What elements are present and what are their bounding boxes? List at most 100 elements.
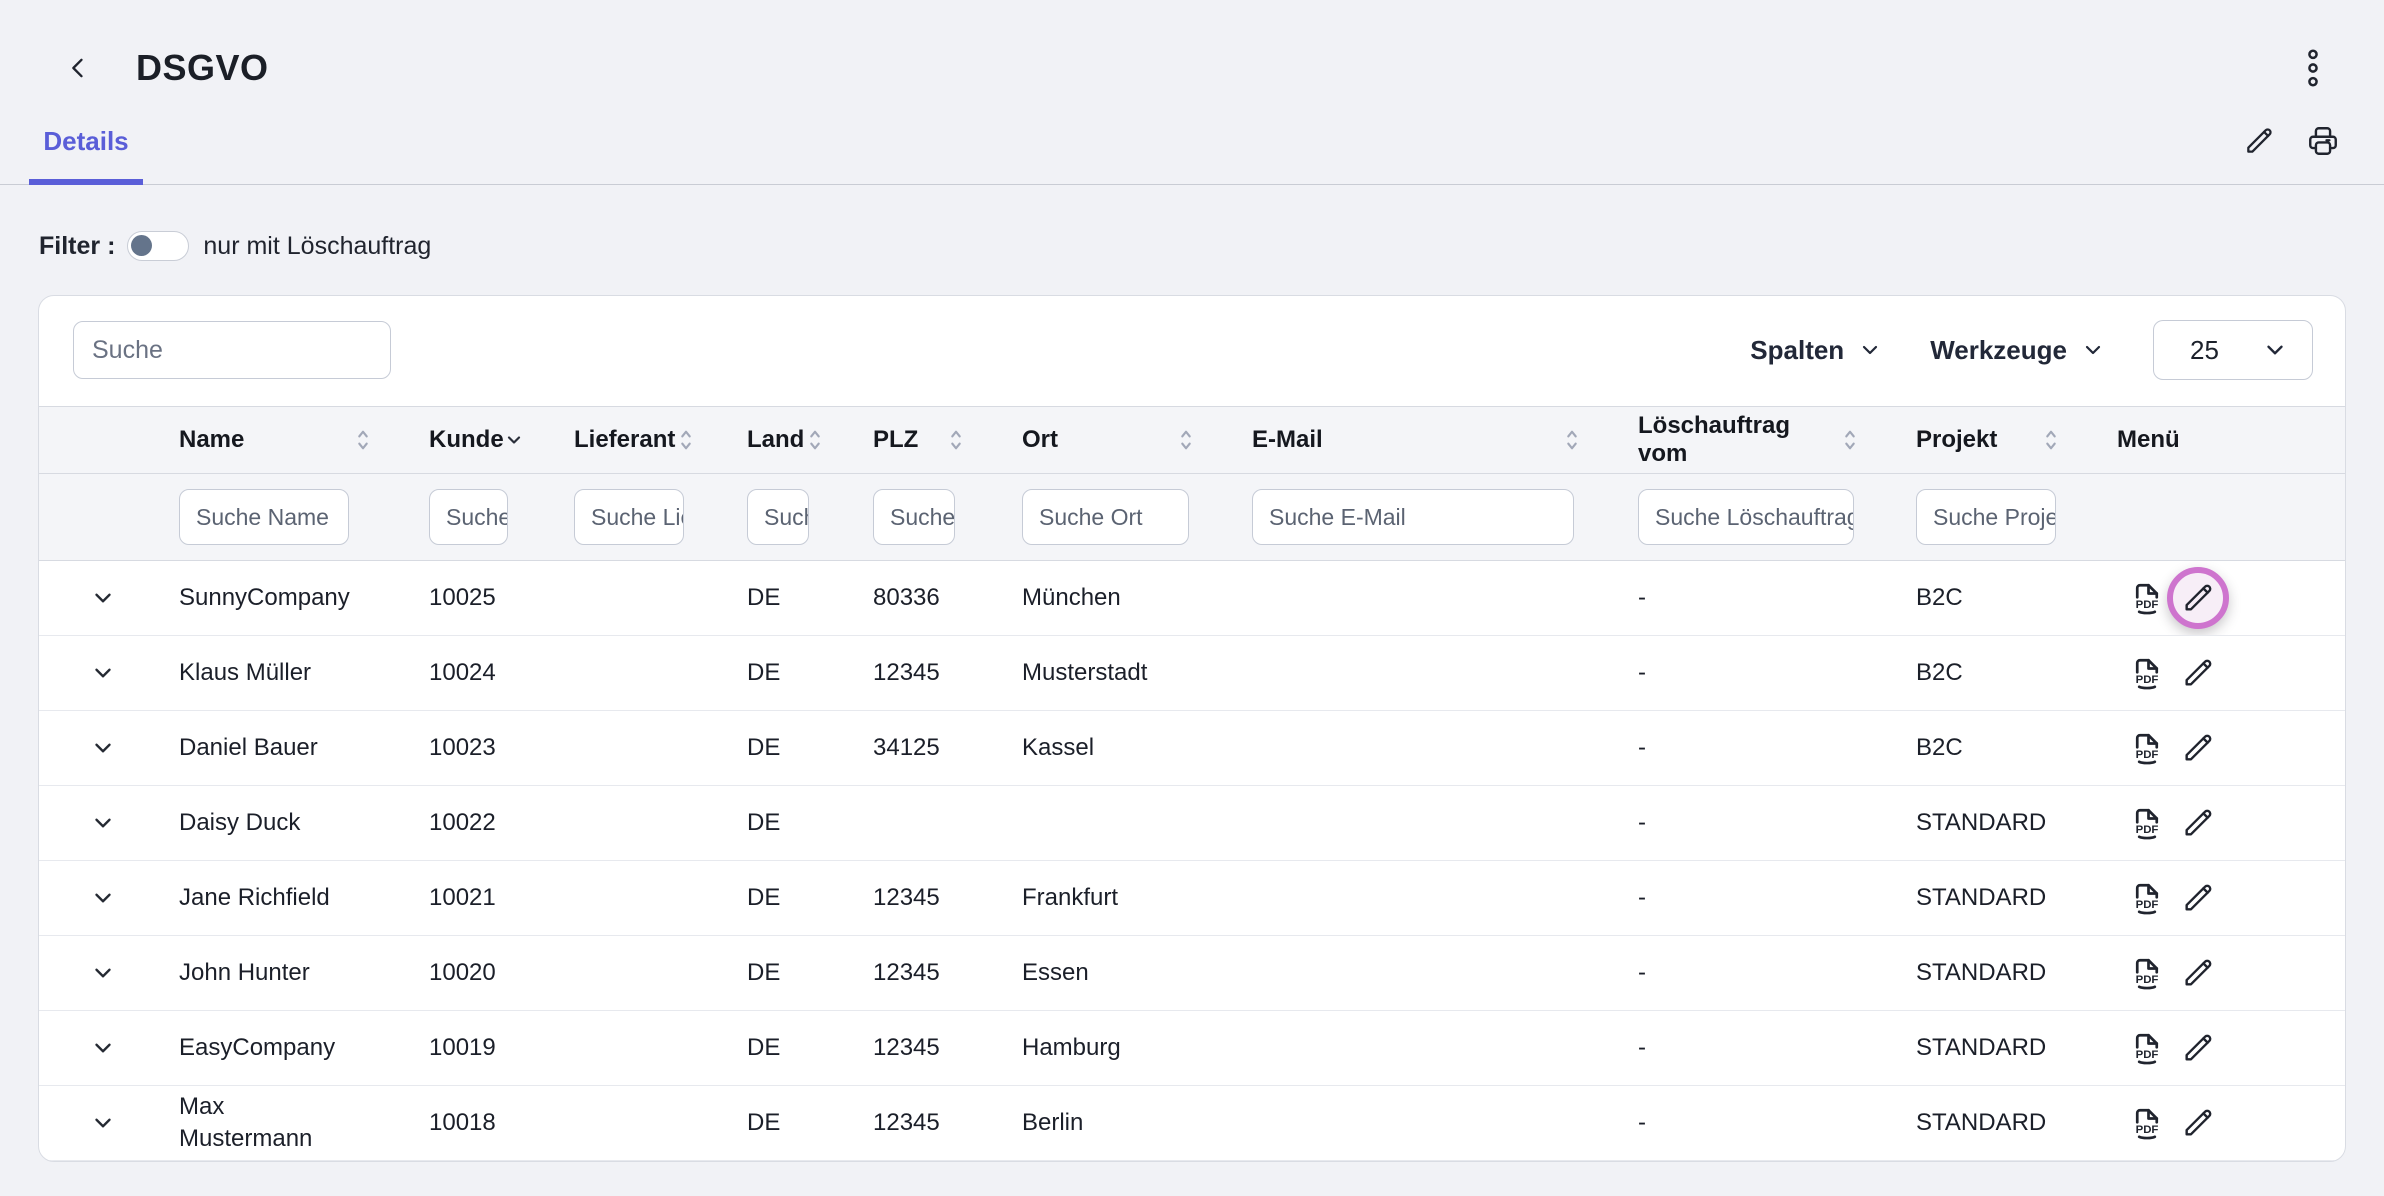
loeschauftrag-toggle[interactable] — [127, 231, 189, 261]
cell-lieferant — [574, 936, 747, 1011]
svg-text:PDF: PDF — [2136, 1049, 2159, 1061]
sort-icon — [2040, 426, 2062, 454]
cell-projekt: STANDARD — [1916, 1086, 2117, 1161]
pdf-export-button[interactable]: PDF — [2129, 655, 2165, 691]
cell-kunde: 10022 — [429, 786, 574, 861]
sort-icon — [804, 426, 826, 454]
filter-input-ort[interactable] — [1022, 489, 1189, 545]
row-expand-button[interactable] — [89, 734, 117, 762]
pencil-icon — [2181, 731, 2215, 765]
svg-text:PDF: PDF — [2136, 899, 2159, 911]
filter-input-plz[interactable] — [873, 489, 955, 545]
row-edit-button[interactable] — [2181, 956, 2215, 990]
cell-name: EasyCompany — [179, 1011, 429, 1086]
tools-dropdown-label: Werkzeuge — [1930, 335, 2067, 366]
column-header-ort[interactable]: Ort — [1022, 426, 1252, 454]
column-header-menu: Menü — [2117, 407, 2345, 474]
cell-ort: Essen — [1022, 936, 1252, 1011]
cell-ort: Frankfurt — [1022, 861, 1252, 936]
filter-input-email[interactable] — [1252, 489, 1574, 545]
pdf-export-button[interactable]: PDF — [2129, 955, 2165, 991]
filter-input-projekt[interactable] — [1916, 489, 2056, 545]
overflow-menu-button[interactable] — [2300, 48, 2326, 88]
cell-plz: 12345 — [873, 1011, 1022, 1086]
cell-email — [1252, 636, 1638, 711]
pencil-icon — [2181, 581, 2215, 615]
row-expand-button[interactable] — [89, 809, 117, 837]
filter-input-kunde[interactable] — [429, 489, 508, 545]
pdf-file-icon: PDF — [2129, 955, 2165, 991]
chevron-down-icon — [90, 1110, 116, 1136]
row-edit-button[interactable] — [2181, 1106, 2215, 1140]
cell-land: DE — [747, 861, 873, 936]
pdf-export-button[interactable]: PDF — [2129, 580, 2165, 616]
row-edit-button[interactable] — [2181, 656, 2215, 690]
cell-name: SunnyCompany — [179, 561, 429, 636]
edit-button[interactable] — [2242, 124, 2276, 158]
table-row: EasyCompany 10019 DE 12345 Hamburg - STA… — [39, 1011, 2345, 1086]
row-expand-button[interactable] — [89, 1109, 117, 1137]
tools-dropdown-button[interactable]: Werkzeuge — [1930, 335, 2105, 366]
sort-icon — [675, 426, 697, 454]
column-label: PLZ — [873, 426, 918, 454]
column-header-email[interactable]: E-Mail — [1252, 426, 1638, 454]
column-header-land[interactable]: Land — [747, 426, 873, 454]
row-expand-button[interactable] — [89, 884, 117, 912]
cell-email — [1252, 711, 1638, 786]
pdf-export-button[interactable]: PDF — [2129, 805, 2165, 841]
table-row: John Hunter 10020 DE 12345 Essen - STAND… — [39, 936, 2345, 1011]
pdf-file-icon: PDF — [2129, 1030, 2165, 1066]
column-header-loeschauftrag[interactable]: Löschauftrag vom — [1638, 412, 1916, 468]
pdf-export-button[interactable]: PDF — [2129, 1030, 2165, 1066]
filter-input-name[interactable] — [179, 489, 349, 545]
column-label: Projekt — [1916, 426, 1997, 454]
pdf-export-button[interactable]: PDF — [2129, 880, 2165, 916]
top-header: DSGVO — [0, 0, 2384, 94]
filter-input-land[interactable] — [747, 489, 809, 545]
column-header-lieferant[interactable]: Lieferant — [574, 426, 747, 454]
row-expand-button[interactable] — [89, 1034, 117, 1062]
sort-icon — [945, 426, 967, 454]
row-edit-button[interactable] — [2181, 731, 2215, 765]
cell-menu: PDF — [2117, 786, 2345, 861]
row-edit-button[interactable] — [2181, 581, 2215, 615]
pdf-export-button[interactable]: PDF — [2129, 730, 2165, 766]
column-header-plz[interactable]: PLZ — [873, 426, 1022, 454]
row-edit-button[interactable] — [2181, 806, 2215, 840]
page-size-select[interactable]: 25 — [2153, 320, 2313, 380]
cell-plz: 34125 — [873, 711, 1022, 786]
print-button[interactable] — [2306, 124, 2340, 158]
cell-loeschauftrag-vom: - — [1638, 936, 1916, 1011]
row-expand-button[interactable] — [89, 659, 117, 687]
pdf-export-button[interactable]: PDF — [2129, 1105, 2165, 1141]
row-edit-button[interactable] — [2181, 881, 2215, 915]
cell-plz: 80336 — [873, 561, 1022, 636]
back-button[interactable] — [64, 54, 92, 82]
pdf-file-icon: PDF — [2129, 805, 2165, 841]
cell-land: DE — [747, 1086, 873, 1161]
row-edit-button[interactable] — [2181, 1031, 2215, 1065]
edit-ring — [2167, 717, 2229, 779]
filter-input-loeschauftrag[interactable] — [1638, 489, 1854, 545]
columns-dropdown-label: Spalten — [1750, 335, 1844, 366]
cell-kunde: 10023 — [429, 711, 574, 786]
tab-details[interactable]: Details — [29, 126, 143, 185]
columns-dropdown-button[interactable]: Spalten — [1750, 335, 1882, 366]
search-input[interactable] — [73, 321, 391, 379]
table-row: Max Mustermann 10018 DE 12345 Berlin - S… — [39, 1086, 2345, 1161]
sort-icon — [1561, 426, 1583, 454]
cell-kunde: 10018 — [429, 1086, 574, 1161]
cell-menu: PDF — [2117, 1086, 2345, 1161]
cell-lieferant — [574, 1086, 747, 1161]
column-header-projekt[interactable]: Projekt — [1916, 426, 2117, 454]
cell-lieferant — [574, 711, 747, 786]
column-header-name[interactable]: Name — [179, 426, 429, 454]
row-expand-button[interactable] — [89, 584, 117, 612]
chevron-down-icon — [90, 585, 116, 611]
cell-projekt: B2C — [1916, 711, 2117, 786]
cell-ort: Hamburg — [1022, 1011, 1252, 1086]
filter-input-lieferant[interactable] — [574, 489, 684, 545]
pencil-icon — [2181, 656, 2215, 690]
column-header-kunde[interactable]: Kunde — [429, 426, 574, 454]
row-expand-button[interactable] — [89, 959, 117, 987]
